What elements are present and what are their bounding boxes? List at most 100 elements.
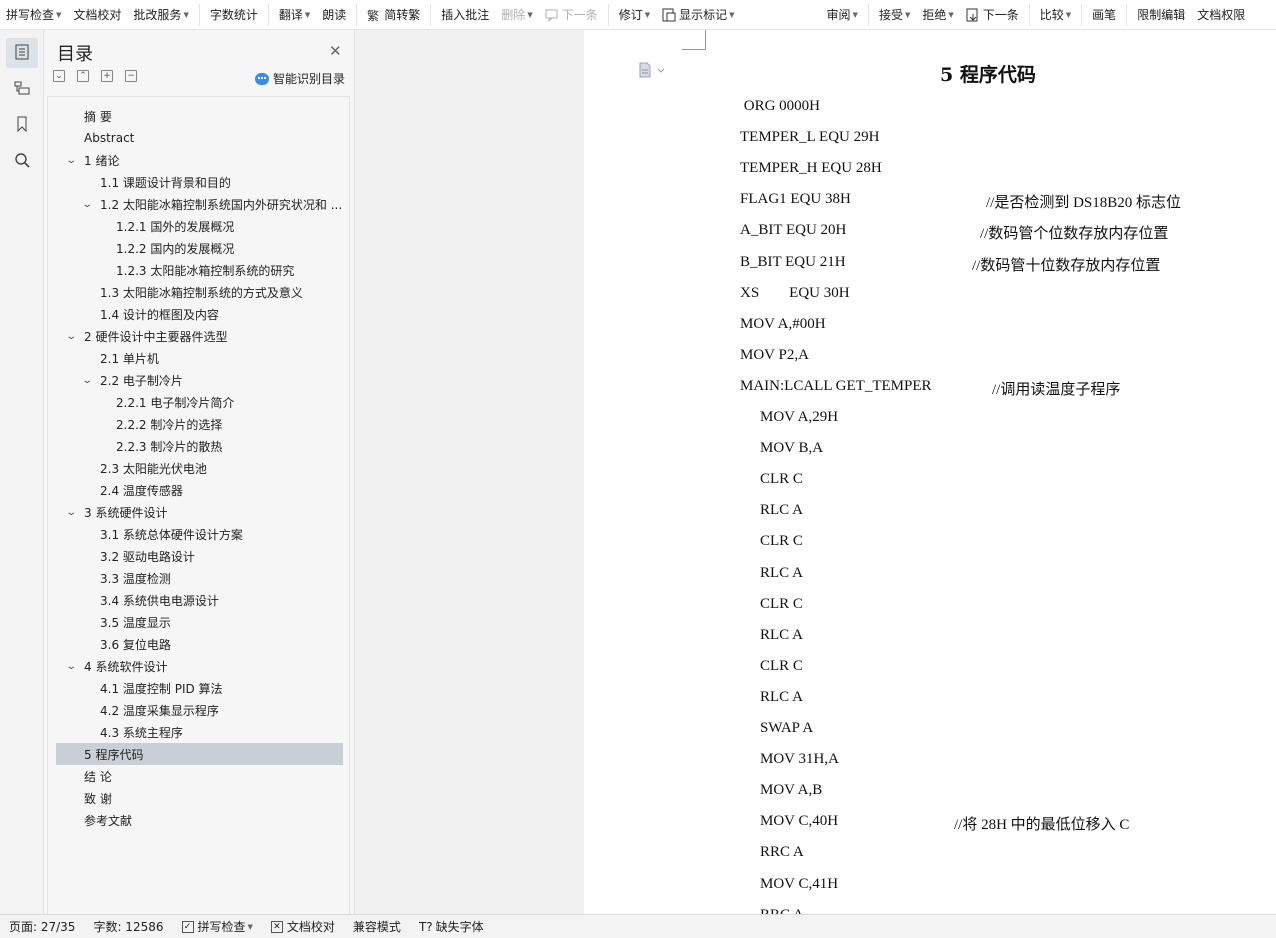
chevron-down-icon[interactable]: ⌄ xyxy=(65,155,77,166)
code-line: RLC A xyxy=(760,502,803,519)
simp-trad-button[interactable]: 繁 简转繁 xyxy=(361,0,426,29)
code-line: CLR C xyxy=(760,657,803,674)
collapse-minus-icon[interactable]: − xyxy=(125,70,137,82)
toc-item[interactable]: 2.4 温度传感器 xyxy=(56,479,343,501)
toc-item[interactable]: 摘 要 xyxy=(56,105,343,127)
toc-item[interactable]: ⌄ 2.2 电子制冷片 xyxy=(56,369,343,391)
translate-button[interactable]: 翻译 ▼ xyxy=(273,0,316,29)
caret-down-icon: ▼ xyxy=(183,10,189,19)
caret-down-icon: ▼ xyxy=(904,10,911,19)
restrict-edit-button[interactable]: 限制编辑 xyxy=(1131,0,1191,29)
insert-comment-button[interactable]: 插入批注 xyxy=(435,0,495,29)
chevron-down-icon[interactable]: ⌄ xyxy=(81,375,93,386)
toc-item-label: 结 论 xyxy=(84,769,112,784)
toc-item-label: 1.2.2 国内的发展概况 xyxy=(116,241,235,256)
missing-font-label: 缺失字体 xyxy=(435,920,484,934)
toc-item-label: 3.4 系统供电电源设计 xyxy=(100,593,219,608)
collapse-down-icon[interactable]: ⌄ xyxy=(53,70,65,82)
toc-item[interactable]: 1.2.3 太阳能冰箱控制系统的研究 xyxy=(56,259,343,281)
toc-item[interactable]: 4.2 温度采集显示程序 xyxy=(56,699,343,721)
toc-item[interactable]: 致 谢 xyxy=(56,787,343,809)
chapter-rail-button[interactable] xyxy=(6,74,38,104)
toc-item[interactable]: ⌄ 1 绪论 xyxy=(56,149,343,171)
translate-label: 翻译 xyxy=(278,8,303,22)
toc-item[interactable]: 1.4 设计的框图及内容 xyxy=(56,303,343,325)
review-button[interactable]: 审阅 ▼ xyxy=(821,0,864,29)
toc-item-label: 3.5 温度显示 xyxy=(100,615,171,630)
toc-item[interactable]: 1.1 课题设计背景和目的 xyxy=(56,171,343,193)
doc-proofread-label: 文档校对 xyxy=(73,8,122,22)
toc-item[interactable]: 2.2.3 制冷片的散热 xyxy=(56,435,343,457)
page-title: 5 程序代码 xyxy=(940,64,1036,86)
toc-item-label: 2.2 电子制冷片 xyxy=(100,373,183,388)
chevron-down-icon[interactable]: ⌄ xyxy=(81,199,93,210)
doc-permission-button[interactable]: 文档权限 xyxy=(1191,0,1251,29)
search-rail-button[interactable] xyxy=(6,146,38,176)
caret-down-icon: ▼ xyxy=(1065,10,1072,19)
toc-item[interactable]: 3.4 系统供电电源设计 xyxy=(56,589,343,611)
next-comment-label: 下一条 xyxy=(561,8,598,22)
doc-nav-button[interactable] xyxy=(638,62,668,78)
toc-item[interactable]: 2.1 单片机 xyxy=(56,347,343,369)
toc-item[interactable]: 1.3 太阳能冰箱控制系统的方式及意义 xyxy=(56,281,343,303)
nav-rail xyxy=(0,30,44,914)
batch-service-button[interactable]: 批改服务 ▼ xyxy=(127,0,194,29)
chevron-down-icon[interactable]: ⌄ xyxy=(65,331,77,342)
toc-item[interactable]: ⌄ 3 系统硬件设计 xyxy=(56,501,343,523)
bookmark-rail-button[interactable] xyxy=(6,110,38,140)
status-doc-proofread-label: 文档校对 xyxy=(286,920,335,934)
word-count-indicator[interactable]: 字数: 12586 xyxy=(84,915,172,938)
toc-item[interactable]: 4.1 温度控制 PID 算法 xyxy=(56,677,343,699)
next-comment-button[interactable]: 下一条 xyxy=(539,0,604,29)
read-aloud-button[interactable]: 朗读 xyxy=(316,0,352,29)
code-line: MOV A,B xyxy=(760,782,823,799)
revise-button[interactable]: 修订 ▼ xyxy=(613,0,656,29)
compat-mode[interactable]: 兼容模式 xyxy=(344,915,410,938)
spell-check-button[interactable]: 拼写检查 ▼ xyxy=(0,0,67,29)
toc-item[interactable]: Abstract xyxy=(56,127,343,149)
search-icon xyxy=(14,152,30,171)
toc-rail-button[interactable] xyxy=(6,38,38,68)
show-markup-button[interactable]: 显示标记 ▼ xyxy=(656,0,740,29)
toc-item[interactable]: 3.2 驱动电路设计 xyxy=(56,545,343,567)
code-line: TEMPER_L EQU 29H xyxy=(740,129,880,146)
toc-item[interactable]: 4.3 系统主程序 xyxy=(56,721,343,743)
expand-plus-icon[interactable]: + xyxy=(101,70,113,82)
toc-item[interactable]: 2.2.2 制冷片的选择 xyxy=(56,413,343,435)
pen-button[interactable]: 画笔 xyxy=(1086,0,1122,29)
compare-button[interactable]: 比较 ▼ xyxy=(1034,0,1077,29)
toc-item[interactable]: ⌄ 2 硬件设计中主要器件选型 xyxy=(56,325,343,347)
toc-item[interactable]: 2.2.1 电子制冷片简介 xyxy=(56,391,343,413)
toc-item[interactable]: 2.3 太阳能光伏电池 xyxy=(56,457,343,479)
missing-font-icon: T? xyxy=(418,919,433,934)
toc-item[interactable]: 1.2.1 国外的发展概况 xyxy=(56,215,343,237)
page-indicator[interactable]: 页面: 27/35 xyxy=(0,915,84,938)
toc-item[interactable]: 3.6 复位电路 xyxy=(56,633,343,655)
toc-item[interactable]: 5 程序代码 xyxy=(56,743,343,765)
toc-item[interactable]: 1.2.2 国内的发展概况 xyxy=(56,237,343,259)
toc-item[interactable]: 3.5 温度显示 xyxy=(56,611,343,633)
toc-item[interactable]: 3.1 系统总体硬件设计方案 xyxy=(56,523,343,545)
toc-item[interactable]: ⌄ 1.2 太阳能冰箱控制系统国内外研究状况和 ... xyxy=(56,193,343,215)
toc-item[interactable]: 参考文献 xyxy=(56,809,343,831)
toc-item[interactable]: 结 论 xyxy=(56,765,343,787)
accept-button[interactable]: 接受 ▼ xyxy=(873,0,916,29)
missing-font[interactable]: T? 缺失字体 xyxy=(410,915,493,938)
delete-comment-button[interactable]: 删除 ▼ xyxy=(495,0,538,29)
collapse-up-icon[interactable]: ⌃ xyxy=(77,70,89,82)
word-count-button[interactable]: 字数统计 xyxy=(204,0,264,29)
status-spell-check[interactable]: ✓ 拼写检查 ▼ xyxy=(173,915,262,938)
chevron-down-icon[interactable]: ⌄ xyxy=(65,507,77,518)
next-revision-button[interactable]: 下一条 xyxy=(960,0,1025,29)
code-line: CLR C xyxy=(760,471,803,488)
toc-item[interactable]: 3.3 温度检测 xyxy=(56,567,343,589)
status-doc-proofread[interactable]: ✕ 文档校对 xyxy=(262,915,344,938)
reject-button[interactable]: 拒绝 ▼ xyxy=(916,0,959,29)
smart-toc-button[interactable]: 智能识别目录 xyxy=(255,70,345,87)
chevron-down-icon[interactable]: ⌄ xyxy=(65,661,77,672)
close-icon[interactable]: ✕ xyxy=(329,42,342,60)
document-page[interactable]: 5 程序代码 ORG 0000H TEMPER_L EQU 29H TEMPER_H… xyxy=(584,30,1276,914)
checkbox-icon: ✓ xyxy=(181,920,194,933)
toc-item[interactable]: ⌄ 4 系统软件设计 xyxy=(56,655,343,677)
doc-proofread-button[interactable]: 文档校对 xyxy=(67,0,127,29)
